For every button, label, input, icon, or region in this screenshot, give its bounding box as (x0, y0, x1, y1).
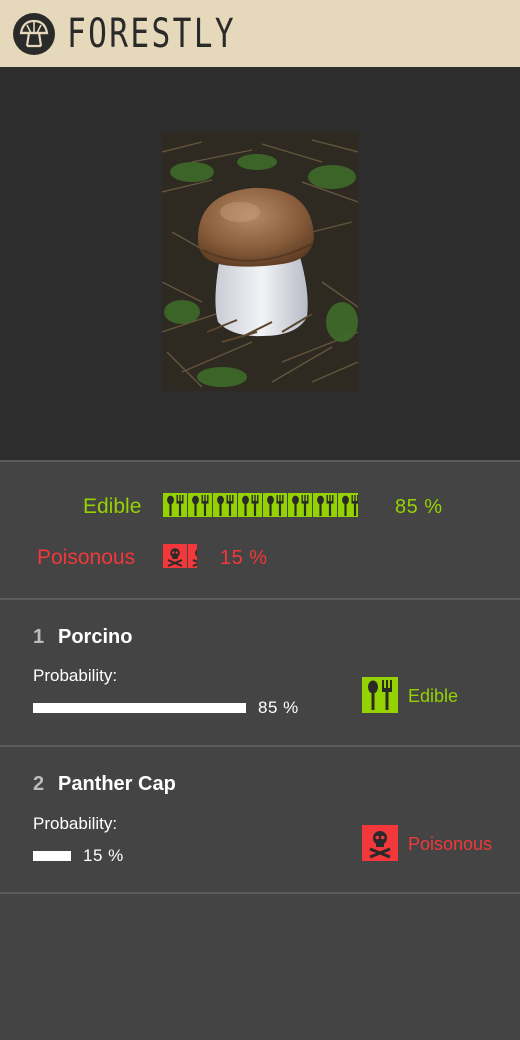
divider (0, 598, 520, 600)
probability-percent: 85 % (258, 698, 299, 717)
result-rank: 2 (33, 773, 45, 795)
fork-spoon-icon (288, 493, 312, 517)
skull-crossbones-icon (163, 544, 187, 568)
probability-bar (33, 851, 71, 861)
result-name: Panther Cap (58, 773, 176, 795)
divider (0, 460, 520, 462)
app-header: FORESTLY (0, 0, 520, 67)
mushroom-logo-icon[interactable] (13, 13, 55, 55)
fork-spoon-icon (188, 493, 212, 517)
summary-edible-label: Edible (83, 495, 142, 518)
summary-edible-percent: 85 % (395, 496, 443, 518)
skull-crossbones-icon (188, 544, 197, 568)
divider (0, 892, 520, 894)
summary-edible-bar (163, 493, 358, 517)
fork-spoon-icon (338, 493, 358, 517)
fork-spoon-icon (362, 677, 398, 713)
photo-area (0, 67, 520, 460)
fork-spoon-icon (238, 493, 262, 517)
app-title: FORESTLY (67, 11, 236, 57)
summary-poisonous-percent: 15 % (220, 547, 268, 569)
verdict-label: Edible (408, 686, 459, 706)
probability-label: Probability: (33, 814, 118, 833)
fork-spoon-icon (163, 493, 187, 517)
verdict-label: Poisonous (408, 834, 493, 854)
skull-crossbones-icon (362, 825, 398, 861)
fork-spoon-icon (263, 493, 287, 517)
mushroom-photo[interactable] (162, 132, 358, 391)
fork-spoon-icon (313, 493, 337, 517)
probability-bar (33, 703, 246, 713)
summary-poisonous-label: Poisonous (37, 546, 136, 569)
probability-percent: 15 % (83, 846, 124, 865)
result-name: Porcino (58, 626, 133, 648)
fork-spoon-icon (213, 493, 237, 517)
divider (0, 745, 520, 747)
probability-label: Probability: (33, 666, 118, 685)
summary-poisonous-bar (163, 544, 197, 568)
result-rank: 1 (33, 626, 45, 648)
